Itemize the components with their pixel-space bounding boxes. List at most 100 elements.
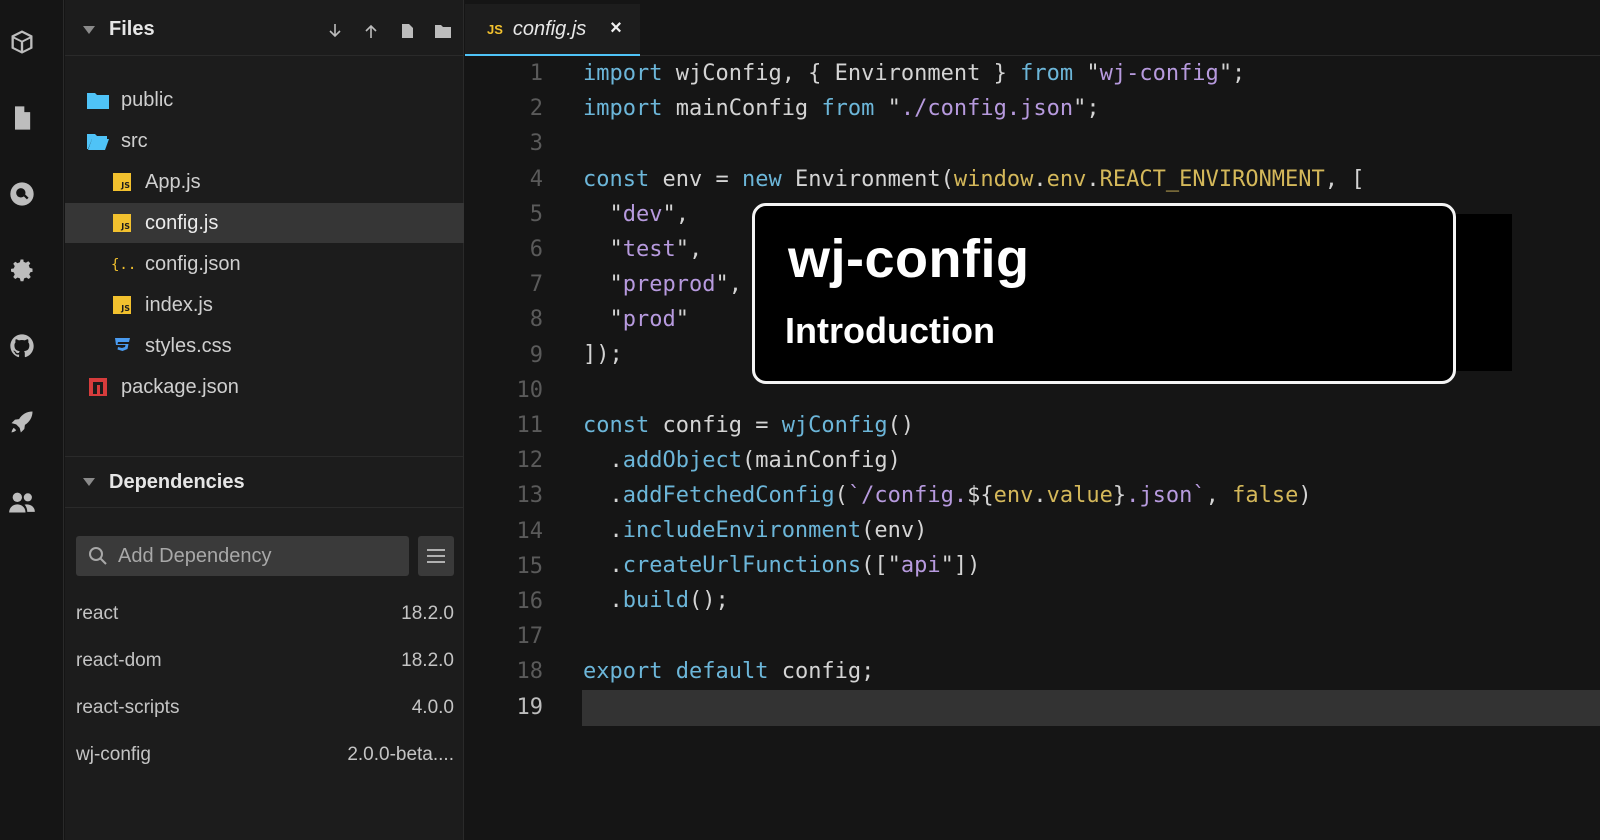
search-icon[interactable] <box>6 178 38 210</box>
code-line: import mainConfig from "./config.json"; <box>583 96 1100 121</box>
dependency-row[interactable]: react 18.2.0 <box>76 599 454 629</box>
line-number: 12 <box>516 448 544 474</box>
line-number: 10 <box>516 377 544 403</box>
add-dependency-input[interactable]: Add Dependency <box>76 536 409 576</box>
files-header[interactable]: Files <box>65 4 464 56</box>
code-line: "dev", <box>583 202 689 227</box>
code-line: .build(); <box>583 588 729 613</box>
code-line: "prod" <box>583 307 689 332</box>
tree-item-label: index.js <box>145 293 213 316</box>
line-number: 3 <box>529 131 543 157</box>
js-file-icon: JS <box>111 212 133 234</box>
line-number: 16 <box>516 589 544 614</box>
folder-icon <box>87 89 109 111</box>
js-file-icon: JS <box>111 294 133 316</box>
dependency-row[interactable]: react-scripts 4.0.0 <box>76 693 454 723</box>
dependency-name: react-scripts <box>76 697 180 718</box>
dependency-row[interactable]: react-dom 18.2.0 <box>76 646 454 676</box>
line-number: 1 <box>529 61 543 86</box>
new-folder-icon[interactable] <box>430 18 456 44</box>
line-number: 18 <box>516 659 544 685</box>
tree-item-public[interactable]: public <box>65 80 464 120</box>
dependency-menu-button[interactable] <box>418 536 454 576</box>
collapse-caret-icon[interactable] <box>83 25 95 34</box>
dependencies-header[interactable]: Dependencies <box>65 456 464 508</box>
tab-bar: JS config.js × <box>465 0 1600 56</box>
dependency-version: 4.0.0 <box>411 697 454 718</box>
code-line: "preprod", <box>583 272 742 297</box>
github-icon[interactable] <box>6 330 38 362</box>
dependency-name: wj-config <box>76 744 151 765</box>
code-line: .addObject(mainConfig) <box>583 448 901 473</box>
code-line: export default config; <box>583 659 875 684</box>
tree-item-app-js[interactable]: JS App.js <box>65 162 464 202</box>
dependency-name: react-dom <box>76 650 162 671</box>
line-number: 19 <box>516 694 544 720</box>
tree-item-label: config.json <box>145 252 241 275</box>
users-icon[interactable] <box>6 486 38 518</box>
download-icon[interactable] <box>322 18 348 44</box>
tree-item-label: src <box>121 129 148 152</box>
line-number: 8 <box>529 307 543 333</box>
code-line: import wjConfig, { Environment } from "w… <box>583 61 1246 86</box>
gear-icon[interactable] <box>6 254 38 286</box>
code-line: ]); <box>583 342 623 367</box>
tree-item-styles-css[interactable]: styles.css <box>65 326 464 366</box>
line-number: 4 <box>529 166 543 192</box>
css-file-icon <box>111 335 133 357</box>
line-number: 9 <box>529 342 543 368</box>
collapse-caret-icon[interactable] <box>83 478 95 486</box>
line-number: 17 <box>516 624 544 650</box>
tree-item-config-js[interactable]: JS config.js <box>65 203 464 243</box>
search-icon <box>89 547 107 565</box>
tree-item-label: config.js <box>145 211 219 234</box>
code-line: .includeEnvironment(env) <box>583 518 928 543</box>
dependency-name: react <box>76 603 119 624</box>
tree-item-label: public <box>121 88 174 111</box>
code-line: const env = new Environment(window.env.R… <box>583 167 1365 192</box>
line-number: 15 <box>516 553 544 579</box>
tree-item-src[interactable]: src <box>65 121 464 161</box>
upload-icon[interactable] <box>358 18 384 44</box>
activity-bar <box>0 0 64 840</box>
new-file-icon[interactable] <box>394 18 420 44</box>
tab-config-js[interactable]: JS config.js × <box>465 4 640 56</box>
tab-label: config.js <box>512 17 587 40</box>
sidebar: Files public src JS App.js JS config.js … <box>65 0 464 840</box>
code-line: .createUrlFunctions(["api"]) <box>583 553 981 578</box>
json-file-icon: {..} <box>111 253 133 275</box>
close-icon[interactable]: × <box>604 16 628 40</box>
tree-item-label: package.json <box>121 375 239 398</box>
line-number: 7 <box>529 272 543 298</box>
dependency-row[interactable]: wj-config 2.0.0-beta.... <box>76 740 454 770</box>
tree-item-index-js[interactable]: JS index.js <box>65 285 464 325</box>
js-file-icon: JS <box>111 171 133 193</box>
line-number: 5 <box>529 201 543 227</box>
tree-item-package-json[interactable]: package.json <box>65 367 464 407</box>
code-editor[interactable]: 1 2 3 4 5 6 7 8 9 10 11 12 13 14 15 16 17 18 19 import wjC… <box>465 56 1600 840</box>
dependency-version: 18.2.0 <box>401 603 454 624</box>
file-icon[interactable] <box>6 102 38 134</box>
menu-icon <box>427 549 445 563</box>
rocket-icon[interactable] <box>6 406 38 438</box>
line-number: 14 <box>516 518 544 544</box>
files-title: Files <box>109 18 155 40</box>
line-number: 11 <box>516 413 544 438</box>
line-number: 13 <box>516 483 544 509</box>
folder-open-icon <box>87 130 109 152</box>
add-dependency-placeholder: Add Dependency <box>118 544 272 567</box>
code-line: const config = wjConfig() <box>583 413 915 438</box>
dependency-version: 2.0.0-beta.... <box>347 744 454 765</box>
code-line: "test", <box>583 237 703 262</box>
overlay-title: wj-config <box>788 229 1030 289</box>
js-badge: JS <box>487 21 503 37</box>
tree-item-label: App.js <box>145 170 201 193</box>
current-line-highlight <box>582 690 1600 726</box>
svg-text:{..}: {..} <box>111 257 133 273</box>
npm-icon <box>87 376 109 398</box>
cube-icon[interactable] <box>6 26 38 58</box>
line-number: 2 <box>529 96 543 122</box>
line-number: 6 <box>529 237 543 262</box>
dependencies-title: Dependencies <box>109 470 245 493</box>
tree-item-config-json[interactable]: {..} config.json <box>65 244 464 284</box>
